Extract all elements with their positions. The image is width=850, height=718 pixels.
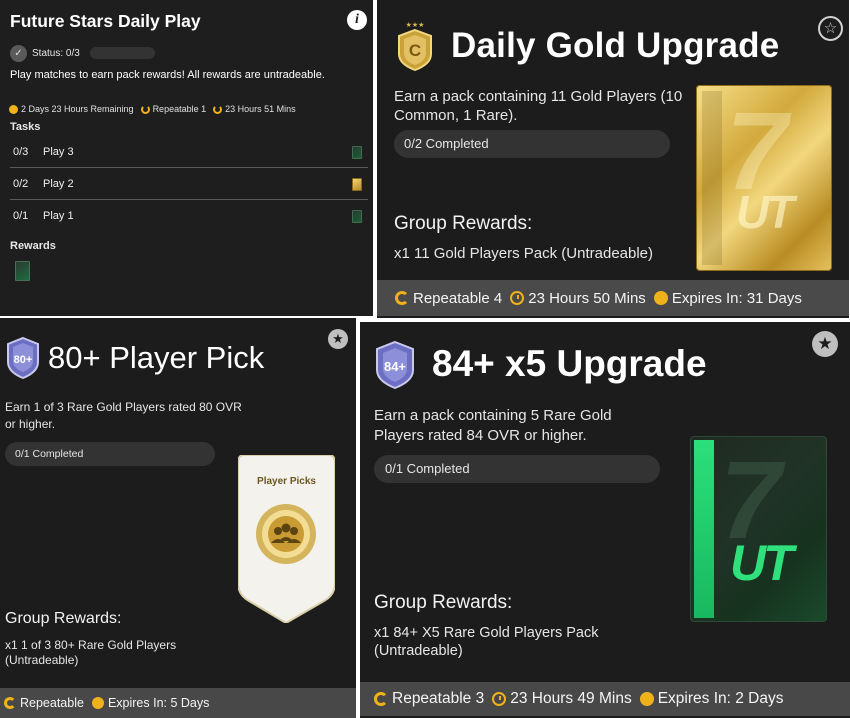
task-progress: 0/3	[13, 145, 29, 158]
status-row: ✓ Status: 0/3	[10, 45, 80, 62]
task-row[interactable]: 0/3 Play 3	[10, 136, 368, 168]
group-rewards-title: Group Rewards:	[374, 592, 513, 613]
repeat-icon	[395, 291, 409, 305]
check-icon: ✓	[10, 45, 27, 62]
repeatable-count: Repeatable 4	[413, 289, 503, 307]
favorite-star-icon[interactable]: ☆	[818, 16, 843, 41]
group-rewards-text: x1 11 Gold Players Pack (Untradeable)	[394, 245, 654, 262]
group-rewards-title: Group Rewards:	[5, 610, 122, 627]
task-row[interactable]: 0/2 Play 2	[10, 168, 368, 200]
objective-description: Earn a pack containing 5 Rare Gold Playe…	[374, 407, 612, 444]
rating-84-badge-icon: 84+	[376, 340, 414, 390]
task-name: Play 3	[43, 145, 74, 158]
pack-logo: UT	[730, 535, 794, 591]
favorite-star-icon[interactable]: ★	[812, 331, 838, 357]
gold-upgrade-badge-icon: ★★★ C	[398, 21, 432, 72]
refresh-time: 23 Hours 49 Mins	[510, 690, 632, 707]
player-pick-80-panel[interactable]: 80+ 80+ Player Pick ★ Earn 1 of 3 Rare G…	[0, 318, 356, 718]
badge-rating-text: 84+	[384, 359, 406, 374]
status-text: Status: 0/3	[32, 48, 80, 59]
pack-logo: UT	[736, 186, 794, 238]
task-progress: 0/2	[13, 177, 29, 190]
pack-icon	[352, 210, 362, 223]
badge-rating-text: 80+	[14, 354, 33, 366]
rating-80-badge-icon: 80+	[7, 336, 39, 380]
objective-footer: Repeatable 3 23 Hours 49 Mins Expires In…	[360, 682, 850, 716]
svg-text:C: C	[409, 41, 421, 60]
refresh-icon	[213, 104, 223, 114]
task-name: Play 2	[43, 177, 74, 190]
stopwatch-icon	[639, 692, 654, 706]
pack-icon	[352, 146, 362, 159]
player-picks-label: Player Picks	[257, 476, 316, 487]
expires-text: Expires In: 2 Days	[657, 690, 784, 707]
refresh-clock-icon	[492, 692, 507, 706]
completion-progress: 0/1 Completed	[5, 442, 215, 466]
rewards-heading: Rewards	[10, 240, 56, 252]
objective-meta: 2 Days 23 Hours Remaining Repeatable 1 2…	[9, 104, 296, 114]
reward-pack-icon[interactable]	[15, 261, 30, 281]
panel-title: Future Stars Daily Play	[10, 11, 201, 31]
panel-title: Daily Gold Upgrade	[451, 26, 780, 65]
objective-footer: Repeatable 4 23 Hours 50 Mins Expires In…	[377, 280, 849, 316]
stopwatch-icon	[653, 291, 668, 305]
objective-footer: Repeatable Expires In: 5 Days	[0, 688, 356, 718]
future-stars-daily-play-panel: Future Stars Daily Play i ✓ Status: 0/3 …	[0, 0, 373, 316]
upgrade-84-x5-panel[interactable]: 84+ 84+ x5 Upgrade ★ Earn a pack contain…	[360, 322, 850, 718]
completion-progress: 0/2 Completed	[394, 130, 670, 158]
group-rewards-title: Group Rewards:	[394, 213, 533, 234]
panel-title: 84+ x5 Upgrade	[432, 343, 707, 384]
gold-pack-image: 7 UT	[696, 85, 832, 271]
repeat-icon	[140, 104, 150, 114]
expires-text: Expires In: 31 Days	[671, 289, 802, 307]
svg-text:★★★: ★★★	[406, 21, 425, 29]
task-row[interactable]: 0/1 Play 1	[10, 200, 368, 232]
pack-icon	[352, 178, 362, 191]
refresh-time: 23 Hours 50 Mins	[528, 289, 646, 307]
repeat-icon	[4, 697, 16, 709]
task-name: Play 1	[43, 210, 74, 222]
tasks-heading: Tasks	[10, 121, 41, 133]
refresh-time: 23 Hours 51 Mins	[225, 104, 296, 114]
favorite-star-icon[interactable]: ★	[328, 329, 348, 349]
expires-text: Expires In: 5 Days	[107, 696, 210, 710]
repeat-icon	[374, 692, 388, 706]
timer-icon	[9, 104, 18, 114]
group-rewards-text: x1 84+ X5 Rare Gold Players Pack (Untrad…	[374, 625, 599, 659]
objective-description: Earn a pack containing 11 Gold Players (…	[394, 88, 683, 124]
repeatable-count: Repeatable 1	[152, 104, 207, 114]
time-remaining: 2 Days 23 Hours Remaining	[21, 104, 134, 114]
task-progress: 0/1	[13, 210, 29, 222]
refresh-clock-icon	[510, 291, 525, 305]
stopwatch-icon	[91, 697, 104, 709]
pack-strip	[702, 91, 722, 265]
panel-title: 80+ Player Pick	[48, 340, 265, 375]
rare-gold-pack-image: 7 UT	[690, 436, 827, 622]
pack-strip	[694, 440, 714, 618]
group-rewards-text: x1 1 of 3 80+ Rare Gold Players (Untrade…	[5, 638, 177, 667]
info-icon[interactable]: i	[347, 10, 367, 30]
objective-description: Earn 1 of 3 Rare Gold Players rated 80 O…	[5, 400, 242, 431]
status-progress-bar	[90, 47, 155, 59]
objective-description: Play matches to earn pack rewards! All r…	[10, 69, 325, 81]
daily-gold-upgrade-panel[interactable]: ★★★ C Daily Gold Upgrade ☆ Earn a pack c…	[377, 0, 849, 318]
repeatable-label: Repeatable	[20, 696, 84, 710]
completion-progress: 0/1 Completed	[374, 455, 660, 483]
repeatable-count: Repeatable 3	[392, 690, 485, 707]
